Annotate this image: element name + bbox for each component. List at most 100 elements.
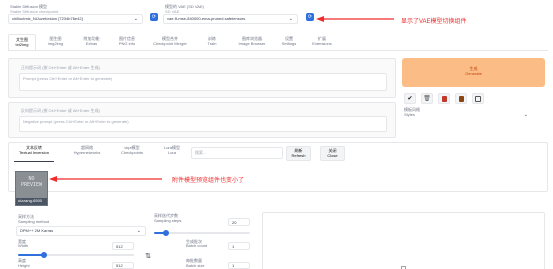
vae-value: vae-ft-mse-840000-ema-pruned.safetensors (167, 16, 246, 21)
height-input[interactable]: 512 (112, 262, 134, 269)
prompt-placeholder: Prompt (press Ctrl+Enter or Alt+Enter to… (23, 76, 113, 81)
search-input[interactable]: 搜索... (191, 147, 283, 159)
save-icon (475, 95, 481, 102)
extra-networks-panel: 文本反转 Textual Inversion 超网络 Hypernetworks… (8, 142, 548, 192)
tab-train[interactable]: 训练 Train (198, 36, 226, 46)
tab-settings[interactable]: 设置 Settings (276, 36, 302, 46)
annotation-arrow-vae (316, 16, 394, 22)
checkpoint-value: chilloutmix_NiJuzeforsion [7234b76e42] (12, 16, 83, 21)
refresh-label-en: Refresh (291, 152, 306, 158)
tab-lora[interactable]: Lora模型 Lora (157, 145, 187, 155)
sampling-steps-knob[interactable] (163, 230, 170, 236)
output-gallery-panel (262, 212, 545, 269)
sampling-steps-label-en: Sampling steps (154, 218, 182, 223)
paste-prompt-button[interactable] (455, 93, 467, 104)
generate-button[interactable]: 生成 Generate (402, 58, 545, 87)
vae-select[interactable]: vae-ft-mse-840000-ema-pruned.safetensors… (163, 14, 298, 24)
sampling-steps-value: 20 (232, 219, 237, 225)
refresh-icon: ⟳ (307, 14, 313, 20)
search-placeholder: 搜索... (195, 150, 207, 155)
check-icon: ✔ (407, 96, 413, 102)
tab-label-en: Checkpoint Merger (153, 40, 187, 46)
width-label-en: Width (18, 243, 29, 248)
red-card-icon (441, 95, 447, 102)
card-name: ulzzang-6500 (18, 198, 43, 203)
prompt-label: 正向提示词 (按 Ctrl+Enter 或 Alt+Enter 生成) (21, 65, 100, 70)
tab-label-en: Extensions (312, 40, 332, 46)
annotation-arrow-card (49, 176, 162, 182)
chevron-down-icon: ⌄ (136, 228, 141, 234)
refresh-button[interactable]: 刷新 Refresh (286, 146, 311, 161)
refresh-icon: ⟳ (151, 14, 157, 20)
checkpoint-select[interactable]: chilloutmix_NiJuzeforsion [7234b76e42] ⌄ (8, 14, 143, 24)
width-slider[interactable] (18, 252, 134, 258)
prompt-panel: 正向提示词 (按 Ctrl+Enter 或 Alt+Enter 生成) Prom… (8, 58, 396, 98)
no-preview-text: NO PREVIEW (20, 176, 43, 188)
annotation-card: 附件模型预览组件也变小了 (172, 178, 245, 184)
save-style-button[interactable] (472, 93, 484, 104)
trash-icon: 🗑 (423, 96, 431, 102)
clipboard-icon (458, 95, 464, 102)
sampling-steps-slider[interactable] (154, 230, 250, 236)
batch-count-label-en: Batch count (186, 243, 208, 248)
sampling-method-select[interactable]: DPM++ 2M Karras ⌄ (16, 226, 146, 236)
generate-label-en: Generate (465, 70, 482, 76)
tab-label-en: txt2img (15, 41, 29, 47)
tab-label-en: Textual Inversion (18, 149, 49, 155)
height-value: 512 (116, 263, 123, 268)
negative-prompt-label: 反向提示词 (按 Ctrl+Enter 或 Alt+Enter 生成) (21, 108, 100, 113)
tab-textual-inversion[interactable]: 文本反转 Textual Inversion (14, 145, 54, 162)
negative-prompt-panel: 反向提示词 (按 Ctrl+Enter 或 Alt+Enter 生成) Nega… (8, 102, 396, 138)
embedding-card[interactable]: NO PREVIEW ulzzang-6500 (15, 171, 48, 206)
tab-extensions[interactable]: 扩展 Extensions (305, 36, 339, 46)
refresh-vae-button[interactable]: ⟳ (306, 13, 314, 21)
batch-size-value: 1 (232, 263, 235, 268)
tab-label-en: Lora (167, 149, 176, 155)
close-label-en: Close (327, 152, 338, 158)
annotation-vae: 显示了VAE模型切换组件 (401, 19, 467, 25)
tab-png-info[interactable]: 图片信息 PNG info (110, 36, 144, 46)
batch-size-label-en: Batch size (186, 263, 205, 268)
styles-select[interactable]: ⌄ (402, 112, 530, 124)
batch-size-input[interactable]: 1 (228, 262, 250, 269)
swap-icon: ⇅ (145, 253, 151, 260)
width-value: 512 (116, 243, 123, 249)
card-name-bar: ulzzang-6500 (16, 198, 47, 205)
batch-count-value: 1 (232, 243, 235, 249)
tab-checkpoint-merger[interactable]: 模型合并 Checkpoint Merger (145, 36, 195, 46)
tab-txt2img[interactable]: 文生图 txt2img (8, 34, 36, 51)
main-tabs: 文生图 txt2img 图生图 img2img 附加功能 Extras 图片信息… (8, 34, 348, 51)
swap-dimensions-button[interactable]: ⇅ (143, 252, 153, 262)
negative-prompt-input[interactable]: Negative prompt (press Ctrl+Enter or Alt… (19, 116, 387, 132)
tab-label-en: PNG info (118, 40, 136, 46)
tab-label-en: Hypernetworks (73, 149, 101, 155)
chevron-down-icon: ⌄ (133, 16, 138, 22)
apply-styles-button[interactable]: ✔ (404, 93, 416, 104)
width-fill (18, 254, 44, 256)
tab-label-en: Extras (85, 40, 98, 46)
tab-checkpoints[interactable]: ckpt模型 Checkpoints (115, 145, 149, 155)
chevron-down-icon: ⌄ (288, 16, 293, 22)
show-extra-networks-button[interactable] (438, 93, 450, 104)
close-button[interactable]: 关闭 Close (320, 146, 345, 161)
tab-label-en: Settings (281, 40, 297, 46)
tab-image-browser[interactable]: 图库浏览器 Image Browser (230, 36, 274, 46)
sampling-method-label-en: Sampling method (18, 219, 50, 224)
batch-count-input[interactable]: 1 (228, 242, 250, 250)
tab-label-en: Image Browser (238, 40, 266, 46)
sampling-steps-input[interactable]: 20 (228, 218, 250, 226)
chevron-down-icon: ⌄ (523, 112, 528, 118)
height-label-en: Height (18, 263, 30, 268)
negative-prompt-placeholder: Negative prompt (press Ctrl+Enter or Alt… (23, 119, 129, 124)
tab-hypernetworks[interactable]: 超网络 Hypernetworks (67, 145, 107, 155)
width-input[interactable]: 512 (112, 242, 134, 250)
prompt-input[interactable]: Prompt (press Ctrl+Enter or Alt+Enter to… (19, 73, 387, 91)
tab-img2img[interactable]: 图生图 img2img (38, 36, 73, 46)
tab-extras[interactable]: 附加功能 Extras (74, 36, 109, 46)
tab-label-en: Train (207, 40, 217, 46)
refresh-checkpoint-button[interactable]: ⟳ (150, 13, 158, 21)
width-knob[interactable] (40, 252, 47, 258)
tab-label-en: Checkpoints (120, 149, 143, 155)
tabs-divider (8, 50, 548, 51)
clear-prompt-button[interactable]: 🗑 (421, 93, 433, 104)
